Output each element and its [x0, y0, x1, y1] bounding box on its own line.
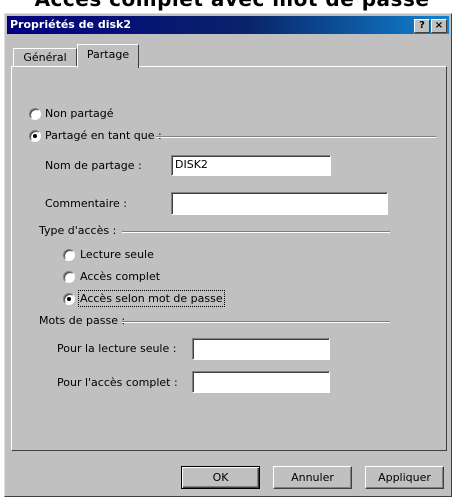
password-access-label[interactable]: Accès selon mot de passe [78, 290, 225, 307]
comment-input[interactable] [171, 192, 388, 215]
not-shared-label[interactable]: Non partagé [45, 107, 113, 120]
tab-general[interactable]: Général [13, 48, 77, 66]
full-access-password-input[interactable] [192, 371, 330, 393]
shared-as-label[interactable]: Partagé en tant que : [45, 129, 162, 142]
read-only-label[interactable]: Lecture seule [80, 248, 154, 261]
passwords-label: Mots de passe : [39, 314, 126, 327]
full-access-label[interactable]: Accès complet [80, 270, 160, 283]
tab-general-label: Général [23, 51, 67, 64]
full-access-password-label: Pour l'accès complet : [57, 376, 178, 389]
read-only-radio[interactable] [63, 249, 75, 261]
tab-sharing[interactable]: Partage [77, 44, 139, 68]
help-button[interactable]: ? [414, 19, 430, 33]
read-only-password-label: Pour la lecture seule : [57, 342, 177, 355]
shared-as-group-line [156, 136, 436, 138]
read-only-password-input[interactable] [192, 338, 330, 360]
properties-dialog: Propriétés de disk2 ? × Général Partage … [4, 13, 452, 497]
tab-sharing-label: Partage [86, 48, 130, 61]
passwords-group-line [122, 321, 390, 323]
password-access-radio[interactable] [63, 293, 75, 305]
share-name-input[interactable]: DISK2 [171, 155, 331, 176]
full-access-radio[interactable] [63, 271, 75, 283]
ok-button[interactable]: OK [181, 466, 260, 489]
comment-label: Commentaire : [45, 197, 127, 210]
cancel-button[interactable]: Annuler [273, 466, 352, 489]
share-name-label: Nom de partage : [45, 159, 142, 172]
sharing-panel: Non partagé Partagé en tant que : Nom de… [11, 66, 447, 451]
window-title: Propriétés de disk2 [10, 18, 131, 31]
shared-as-radio[interactable] [29, 130, 41, 142]
caption-title: Accès complet avec mot de passe [0, 0, 464, 11]
access-type-label: Type d'accès : [39, 224, 117, 237]
close-button[interactable]: × [431, 19, 447, 33]
title-bar: Propriétés de disk2 ? × [7, 16, 449, 34]
not-shared-radio[interactable] [29, 108, 41, 120]
access-type-group-line [122, 231, 390, 233]
apply-button[interactable]: Appliquer [365, 466, 444, 489]
